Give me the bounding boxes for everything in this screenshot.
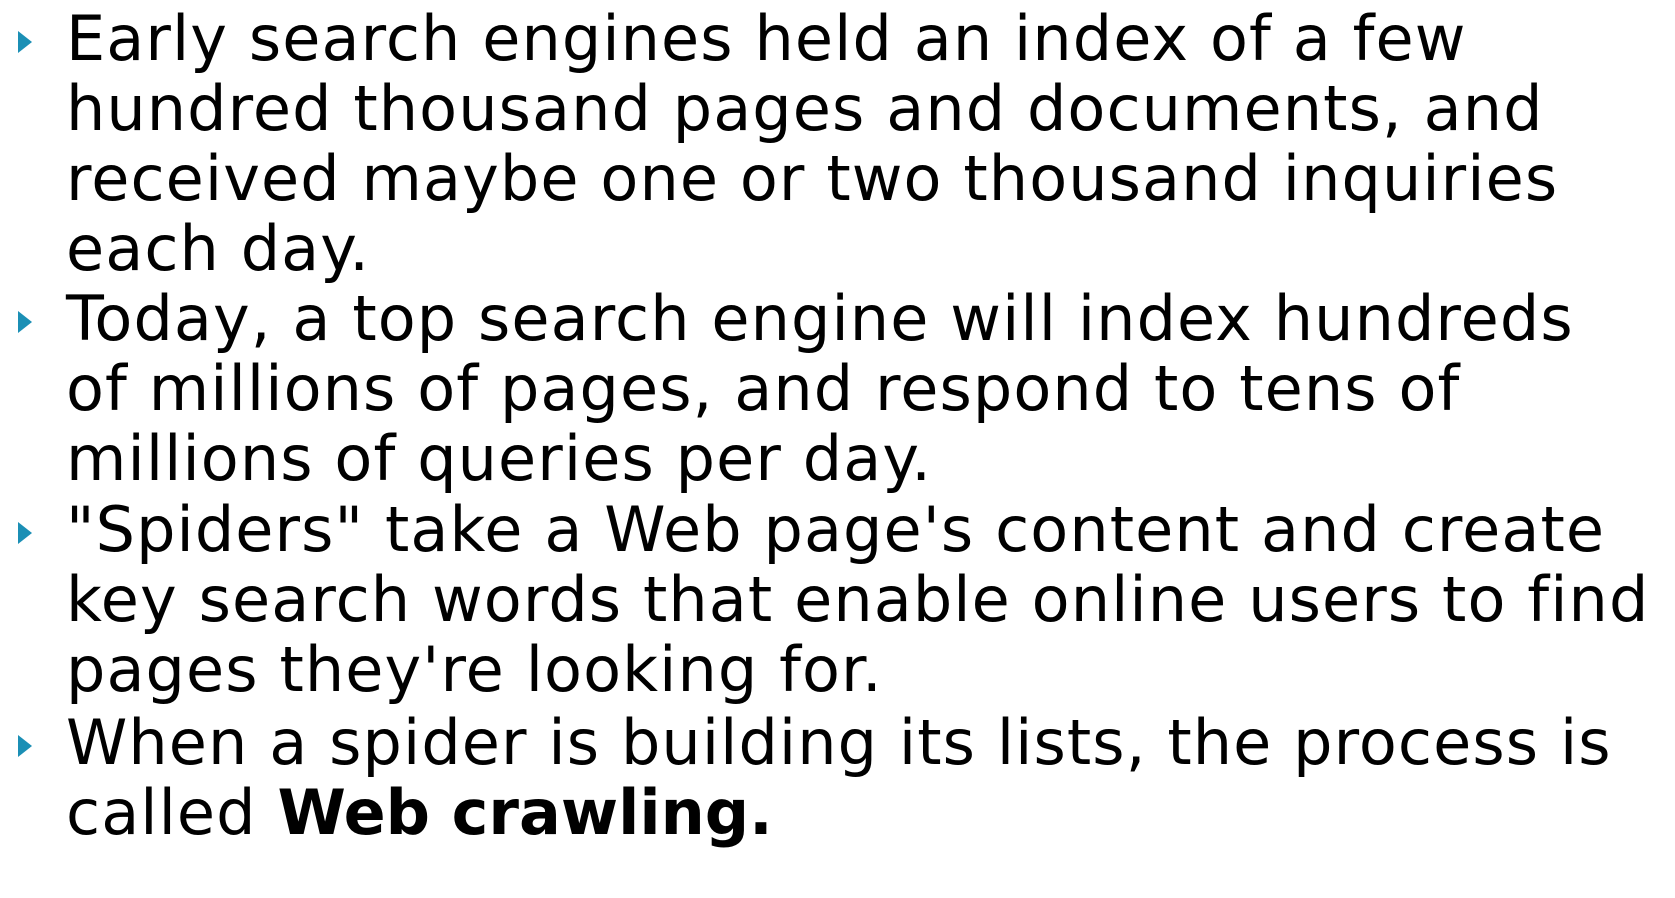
emphasized-term: Web crawling.	[277, 776, 773, 849]
bullet-line-lead: called	[66, 776, 278, 849]
bullet-line: received maybe one or two thousand inqui…	[66, 142, 1559, 215]
bullet-line: Early search engines held an index of a …	[66, 2, 1467, 75]
bullet-line: hundred thousand pages and documents, an…	[66, 72, 1544, 145]
triangle-right-icon	[18, 31, 32, 53]
bullet-line: of millions of pages, and respond to ten…	[66, 352, 1461, 425]
bullet-line: pages they're looking for.	[66, 633, 883, 706]
triangle-right-icon	[18, 522, 32, 544]
bullet-text: When a spider is building its lists, the…	[66, 708, 1666, 848]
bullet-text: "Spiders" take a Web page's content and …	[66, 495, 1666, 705]
bullet-line: Today, a top search engine will index hu…	[66, 282, 1574, 355]
bullet-line: called Web crawling.	[66, 778, 1666, 848]
bullet-line: millions of queries per day.	[66, 422, 933, 495]
bullet-line: each day.	[66, 212, 371, 285]
triangle-right-icon	[18, 311, 32, 333]
bullet-line: key search words that enable online user…	[66, 563, 1650, 636]
bullet-line: "Spiders" take a Web page's content and …	[66, 493, 1606, 566]
bullet-text: Today, a top search engine will index hu…	[66, 284, 1666, 494]
bullet-line: When a spider is building its lists, the…	[66, 706, 1612, 779]
bullet-text: Early search engines held an index of a …	[66, 4, 1666, 284]
triangle-right-icon	[18, 735, 32, 757]
slide-body: Early search engines held an index of a …	[0, 0, 1675, 898]
